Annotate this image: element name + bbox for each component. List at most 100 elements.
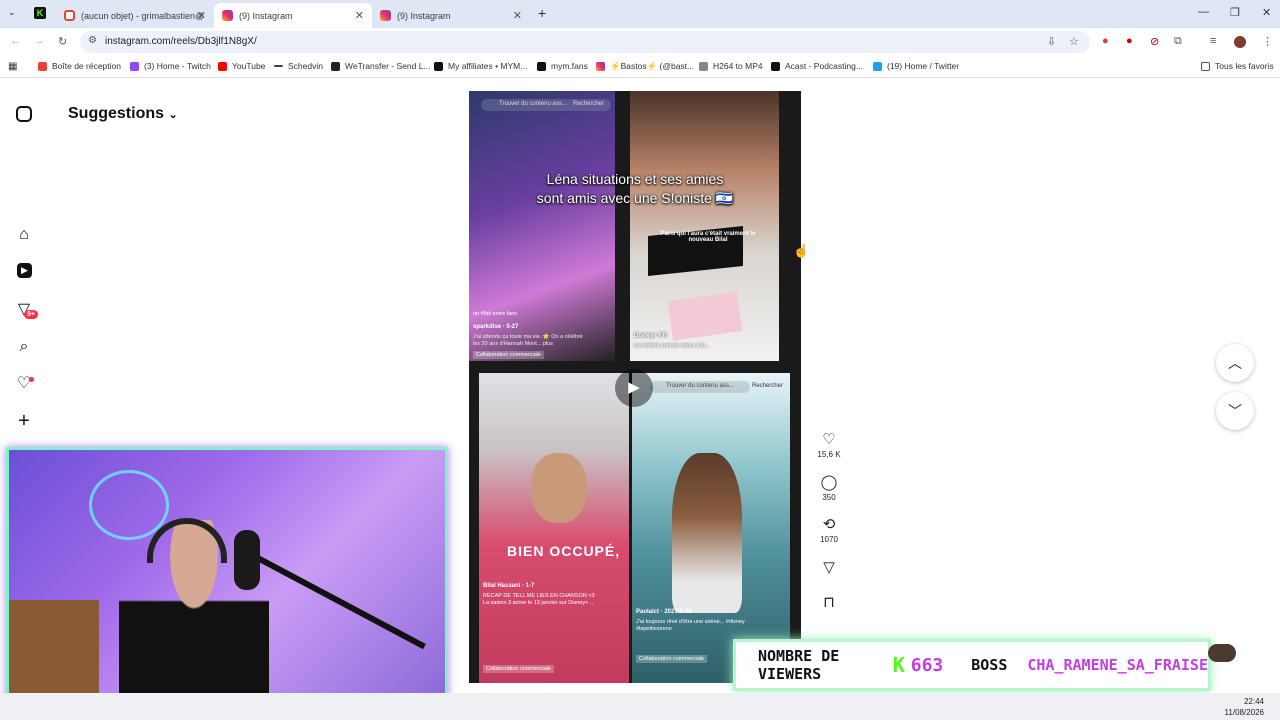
instagram-icon [596,62,605,71]
avatar-stack [1208,644,1236,662]
folder-icon [1201,61,1210,71]
play-icon[interactable]: ▶ [615,369,653,407]
bookmark-twitch[interactable]: (3) Home - Twitch [130,61,211,71]
repost-icon: ⟲ [822,516,836,533]
next-reel-button[interactable]: ﹀ [1216,392,1254,430]
tab-gmail[interactable]: (aucun objet) - grimalbastien@ ✕ [56,3,214,28]
boss-name: CHA_RAMENE_SA_FRAISE [1027,656,1208,674]
close-window-icon[interactable]: ✕ [1262,6,1271,19]
bookmark-youtube[interactable]: YouTube [218,61,265,71]
viewers-count: 663 [910,654,944,676]
restore-icon[interactable]: ❐ [1230,6,1240,19]
search-placeholder: Trouver du contenu ass... [666,383,734,389]
bookmark-gmail[interactable]: Boîte de réception [38,61,121,71]
reel-tag: on #fait entre fans [473,311,518,317]
tab-search-chevron-icon[interactable]: ⌄ [8,7,16,18]
notification-badge: 9+ [24,310,38,319]
viewer-count-overlay: NOMBRE DE VIEWERS K 663 BOSS CHA_RAMENE_… [733,639,1211,691]
bookmark-twitter[interactable]: (19) Home / Twitter [873,61,959,71]
streamer-webcam [6,447,448,713]
forward-icon[interactable]: → [34,35,45,47]
previous-reel-button[interactable]: ︿ [1216,344,1254,382]
save-button[interactable]: ⊓ [815,593,843,613]
bookmark-acast[interactable]: Acast - Podcasting... [771,61,863,71]
bookmarks-bar: ▦ Boîte de réception (3) Home - Twitch Y… [0,56,1280,78]
quadrant-bottom-left: BIEN OCCUPÉ, Bilal Hassani · 1-7 RECAP D… [479,373,629,683]
chevron-down-icon: ⌄ [168,109,178,121]
bookmark-bastos-instagram[interactable]: ⚡Bastos⚡ (@bast... [596,61,694,72]
reels-icon[interactable]: ▶ [17,263,32,278]
bookmark-schedvin[interactable]: Schedvin [274,61,323,71]
install-app-icon[interactable]: ⇩ [1047,35,1056,48]
reel-user: Bilal Hassani · 1-7 [483,583,535,589]
microphone [234,530,260,590]
taskbar [0,693,1280,720]
repost-button[interactable]: ⟲ 1070 [815,515,843,544]
adblock-extension-icon[interactable]: ● [1102,35,1109,47]
tab-label: (9) Instagram [239,10,293,21]
instagram-icon [222,10,233,21]
extensions-puzzle-icon[interactable]: ⧉ [1174,35,1182,48]
instagram-logo-icon[interactable] [16,106,32,122]
profile-avatar-icon[interactable] [1234,36,1246,48]
quadrant-top-left: Trouver du contenu ass... on #fait entre… [469,91,615,361]
reel-desc: J'ai toujours rêvé d'être une sirène... … [636,619,745,632]
apps-grid-icon[interactable]: ▦ [8,61,17,72]
twitch-icon [130,61,139,71]
bookmark-wetransfer[interactable]: WeTransfer - Send L... [331,61,431,71]
create-plus-icon[interactable]: + [15,411,33,431]
bookmark-mym-fans[interactable]: mym.fans [537,61,588,71]
close-tab-icon[interactable]: ✕ [513,9,522,22]
system-clock[interactable]: 22:44 11/08/2026 [1225,696,1264,718]
quadrant-top-right: Paris qui l'aura c'était vraiment le nou… [630,91,779,361]
home-icon[interactable]: ⌂ [15,226,33,244]
share-button[interactable]: ▽ [815,558,843,578]
collab-badge: Collaboration commerciale [473,351,545,359]
comment-button[interactable]: ◯ 350 [815,473,843,502]
search-icon[interactable]: ⌕ [15,338,33,356]
bookmark-mym-affiliates[interactable]: My affiliates • MYM... [434,61,527,71]
blocker-extension-icon[interactable]: ⊘ [1150,35,1159,48]
reel-overlay-text: Paris qui l'aura c'était vraiment le nou… [660,231,756,243]
like-button[interactable]: ♡ 15,6 K [815,430,843,459]
close-tab-icon[interactable]: ✕ [197,9,206,22]
comment-icon: ◯ [820,474,838,491]
kick-logo-icon: K [892,653,905,677]
kick-pinned-tab-icon[interactable]: K [34,7,46,19]
site-info-icon[interactable]: ⚙ [88,35,97,46]
reel-desc: RECAP DE TELL ME LIES EN CHANSON <3 La s… [483,593,595,606]
media-queue-icon[interactable]: ≡ [1210,35,1216,47]
reload-icon[interactable]: ↻ [58,35,67,48]
bookmark-h264[interactable]: H264 to MP4 [699,61,763,71]
back-icon[interactable]: ← [10,35,21,47]
dash-icon [274,65,283,67]
tab-instagram-active[interactable]: (9) Instagram ✕ [214,3,372,28]
tab-instagram[interactable]: (9) Instagram ✕ [372,3,530,28]
collab-badge: Collaboration commerciale [483,665,555,673]
face [531,453,587,523]
bookmark-icon: ⊓ [823,594,835,611]
close-tab-icon[interactable]: ✕ [355,9,364,22]
wetransfer-icon [331,61,340,71]
suggestions-dropdown[interactable]: Suggestions ⌄ [68,105,178,123]
reel-user: Paolaict · 2025-5-29 [636,609,692,615]
extension-icon[interactable]: ● [1126,35,1133,47]
gmail-icon [64,10,75,21]
tab-label: (aucun objet) - grimalbastien@ [81,10,205,21]
reel-desc: J'ai attendu ça toute ma vie..⭐ On a cél… [473,334,583,347]
reel-user: sparkdise · 5-27 [473,324,519,330]
new-tab-icon[interactable]: + [538,5,546,21]
youtube-icon [218,61,227,71]
converter-icon [699,61,708,71]
boss-label: BOSS [971,656,1008,674]
bookmark-star-icon[interactable]: ☆ [1069,35,1079,48]
twitter-icon [873,61,882,71]
browser-menu-icon[interactable]: ⋮ [1262,35,1273,48]
viewers-label: NOMBRE DE VIEWERS [758,647,840,683]
all-bookmarks[interactable]: Tous les favoris [1201,61,1274,71]
reel-banner: BIEN OCCUPÉ, [507,543,621,559]
minimize-icon[interactable]: — [1198,6,1209,18]
person [672,453,742,613]
search-button: Rechercher [752,383,784,389]
url-text[interactable]: instagram.com/reels/Db3jlf1N8gX/ [105,36,257,47]
